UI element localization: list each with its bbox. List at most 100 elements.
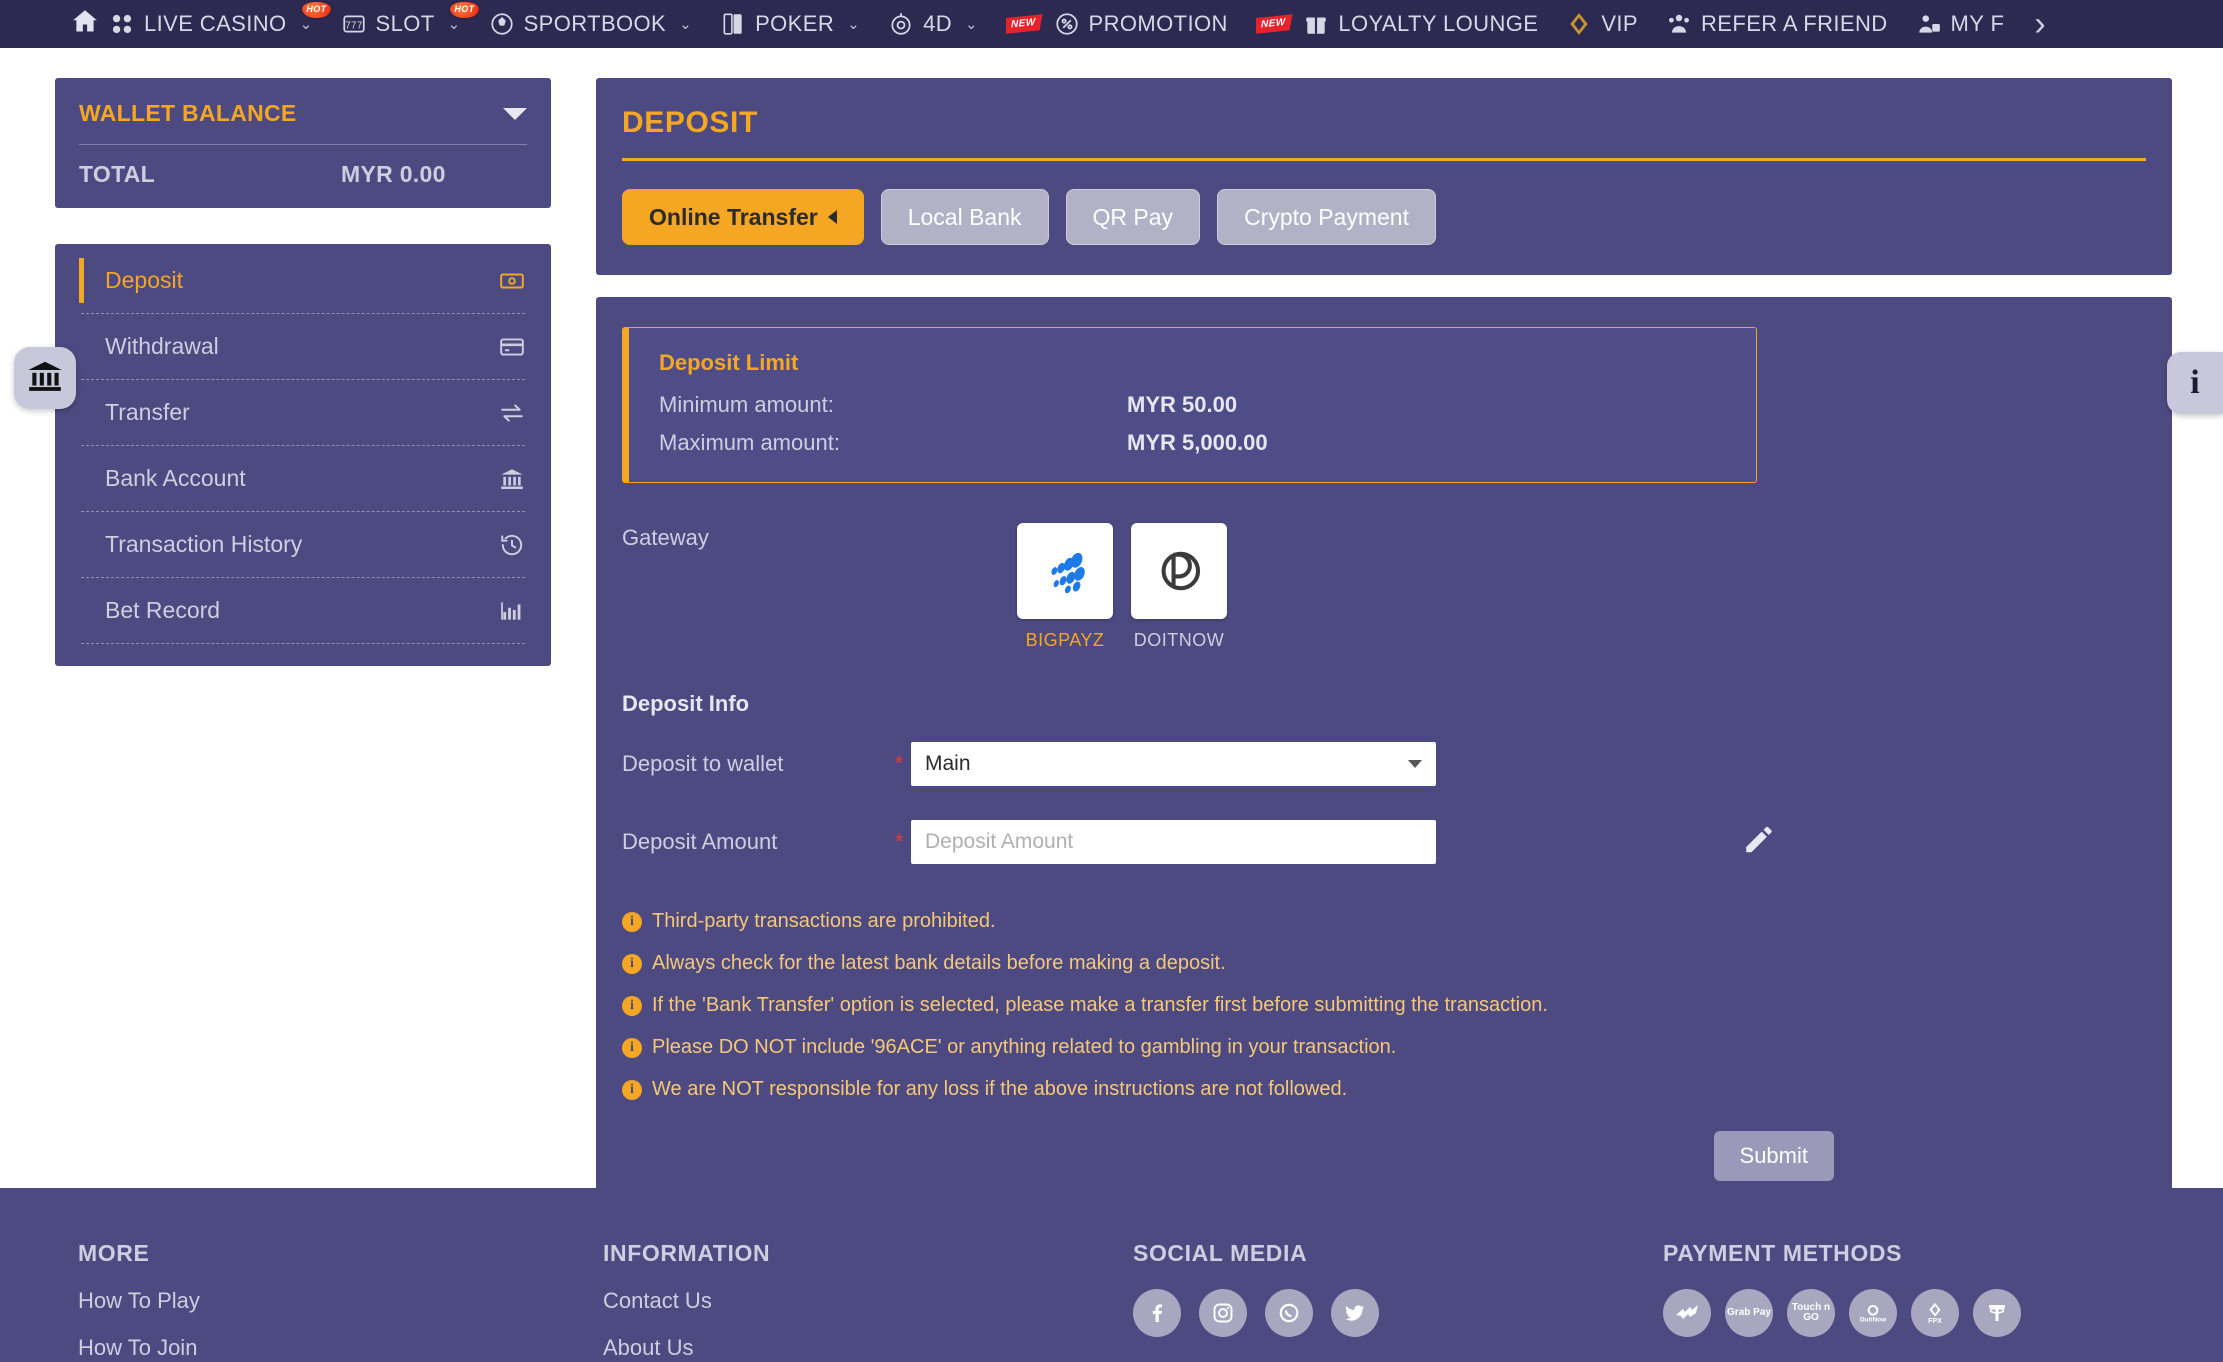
info-quick-tab[interactable]: i [2167,352,2223,414]
deposit-amount-field [911,820,1436,864]
bank-icon [499,466,525,492]
slot-machine-icon: 777 [341,11,367,37]
deposit-amount-input[interactable] [911,820,1436,864]
nav-item-live-casino[interactable]: LIVE CASINO ⌄ HOT [95,0,331,48]
site-footer: MORE How To Play How To Join INFORMATION… [0,1188,2223,1362]
nav-item-sportbook[interactable]: SPORTBOOK ⌄ [475,0,707,48]
wallet-title: WALLET BALANCE [79,100,297,126]
gateway-options: BIGPAYZ DOITNOW [1017,523,2146,651]
chevron-down-icon: ⌄ [299,16,313,33]
note-text: Always check for the latest bank details… [652,952,1226,974]
footer-link-how-to-play[interactable]: How To Play [78,1288,603,1314]
max-amount-value: MYR 5,000.00 [1127,430,1268,455]
info-icon: i [622,1038,642,1058]
deposit-limit-min-row: Minimum amount: MYR 50.00 [659,392,1726,418]
maybank-icon [1663,1289,1711,1337]
touchngo-label: Touch n GO [1791,1301,1831,1323]
facebook-icon[interactable] [1133,1289,1181,1337]
tab-crypto-payment[interactable]: Crypto Payment [1217,189,1436,245]
nav-label: SLOT [375,11,435,36]
footer-col-payment: PAYMENT METHODS Grab Pay Touch n GO Duit… [1663,1240,2021,1361]
people-icon [1666,11,1692,37]
footer-col-information: INFORMATION Contact Us About Us [603,1240,1133,1361]
soccer-ball-icon [489,11,515,37]
fpx-icon: FPX [1911,1289,1959,1337]
whatsapp-icon[interactable] [1265,1289,1313,1337]
user-group-icon [1916,11,1942,37]
sidebar-item-deposit[interactable]: Deposit [79,248,525,314]
tab-qr-pay[interactable]: QR Pay [1065,189,1201,245]
tab-online-transfer[interactable]: Online Transfer [622,189,864,245]
cards-icon [109,11,135,37]
new-badge: NEW [1006,14,1043,34]
note-item: i Please DO NOT include '96ACE' or anyth… [622,1035,2146,1059]
gateway-option-bigpayz[interactable]: BIGPAYZ [1017,523,1113,651]
nav-item-vip[interactable]: VIP [1552,0,1652,48]
deposit-notes: i Third-party transactions are prohibite… [622,909,2146,1101]
deposit-info-title: Deposit Info [622,691,750,716]
promotion-tag-icon [1054,11,1080,37]
chevron-down-icon: ⌄ [965,16,978,33]
sidebar-item-bank-account[interactable]: Bank Account [81,446,525,512]
touchngo-icon: Touch n GO [1787,1289,1835,1337]
tab-label: Local Bank [907,203,1022,230]
chevron-right-icon[interactable]: › [2018,7,2061,41]
social-icons [1133,1289,1663,1337]
bigpayz-logo [1017,523,1113,619]
tab-local-bank[interactable]: Local Bank [880,189,1049,245]
nav-label: LIVE CASINO [144,11,287,36]
footer-title: PAYMENT METHODS [1663,1240,1903,1266]
account-menu: Deposit Withdrawal Transfer Bank Account [55,244,551,666]
deposit-to-wallet-label: Deposit to wallet [622,751,784,776]
instagram-icon[interactable] [1199,1289,1247,1337]
triangle-left-icon [827,210,837,224]
deposit-form-panel: Deposit Limit Minimum amount: MYR 50.00 … [596,297,2172,1219]
wallet-select[interactable]: Main [911,742,1436,786]
submit-button[interactable]: Submit [1713,1131,1834,1181]
svg-text:777: 777 [345,20,363,31]
nav-label: LOYALTY LOUNGE [1338,11,1539,36]
nav-label: MY F [1950,11,2005,36]
chevron-down-icon[interactable] [503,107,527,120]
sidebar-item-label: Bank Account [105,465,246,491]
chevron-down-icon: ⌄ [847,16,861,33]
deposit-limit-max-row: Maximum amount: MYR 5,000.00 [659,430,1726,456]
pencil-icon[interactable] [1742,823,1776,862]
main-content: DEPOSIT Online Transfer Local Bank QR Pa… [596,78,2172,1219]
nav-label: PROMOTION [1088,11,1228,36]
footer-link-how-to-join[interactable]: How To Join [78,1335,603,1361]
min-amount-label: Minimum amount: [659,392,834,417]
sidebar-item-withdrawal[interactable]: Withdrawal [81,314,525,380]
nav-item-loyalty-lounge[interactable]: NEW LOYALTY LOUNGE [1242,0,1553,48]
twitter-icon[interactable] [1331,1289,1379,1337]
note-item: i We are NOT responsible for any loss if… [622,1077,2146,1101]
sidebar-item-label: Transfer [105,399,190,425]
nav-item-refer-a-friend[interactable]: REFER A FRIEND [1652,0,1902,48]
sidebar-item-bet-record[interactable]: Bet Record [81,578,525,644]
wallet-header[interactable]: WALLET BALANCE [79,100,527,127]
tab-label: QR Pay [1092,203,1174,230]
tab-label: Crypto Payment [1244,203,1409,230]
footer-link-contact-us[interactable]: Contact Us [603,1288,1133,1314]
sidebar-item-transaction-history[interactable]: Transaction History [81,512,525,578]
footer-col-social: SOCIAL MEDIA [1133,1240,1663,1361]
nav-item-promotion[interactable]: NEW PROMOTION [992,0,1242,48]
nav-label: 4D [923,11,953,36]
nav-label: REFER A FRIEND [1701,11,1888,36]
note-item: i Third-party transactions are prohibite… [622,909,2146,933]
nav-item-my-profile[interactable]: MY F [1902,0,2019,48]
nav-item-poker[interactable]: POKER ⌄ [706,0,874,48]
note-text: We are NOT responsible for any loss if t… [652,1078,1348,1100]
gateway-option-doitnow[interactable]: DOITNOW [1131,523,1227,651]
footer-link-about-us[interactable]: About Us [603,1335,1133,1361]
sidebar-item-transfer[interactable]: Transfer [81,380,525,446]
payment-icons: Grab Pay Touch n GO DuitNow FPX [1663,1289,2021,1337]
deposit-method-tabs: Online Transfer Local Bank QR Pay Crypto… [622,189,2146,245]
nav-item-slot[interactable]: 777 SLOT ⌄ HOT [327,0,479,48]
note-text: If the 'Bank Transfer' option is selecte… [652,994,1548,1016]
deposit-amount-row: Deposit Amount * [622,811,2146,873]
deposit-to-wallet-field: Main [911,742,1436,786]
nav-item-4d[interactable]: 4D ⌄ [874,0,992,48]
tab-label: Online Transfer [649,203,818,230]
bank-quick-tab[interactable] [14,347,76,409]
